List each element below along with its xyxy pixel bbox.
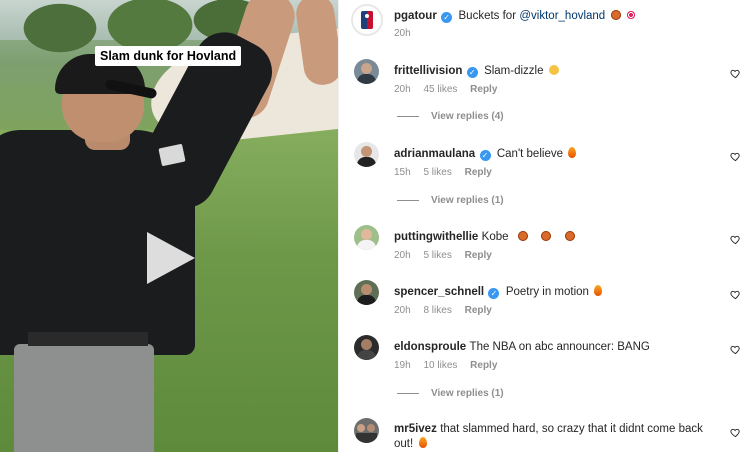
basketball-icon <box>517 231 528 241</box>
comment-time: 15h <box>394 167 411 178</box>
comment-meta: 15h 5 likes Reply <box>394 167 502 178</box>
video-caption-overlay: Slam dunk for Hovland <box>95 46 242 66</box>
fire-icon <box>594 285 603 296</box>
reply-button[interactable]: Reply <box>465 250 492 261</box>
comment-time: 20h <box>394 84 411 95</box>
heart-icon[interactable] <box>730 427 741 438</box>
basketball-icon <box>564 231 575 241</box>
view-replies-label: View replies (1) <box>431 195 504 206</box>
comment-username[interactable]: adrianmaulana <box>394 148 475 160</box>
pgatour-avatar[interactable] <box>351 4 383 36</box>
comment-likes[interactable]: 10 likes <box>423 360 457 371</box>
verified-badge-icon: ✓ <box>488 288 500 299</box>
comment-meta: 20h 45 likes Reply <box>394 84 507 95</box>
view-replies-button[interactable]: View replies (4) <box>397 111 504 122</box>
comment-username[interactable]: frittellivision <box>394 65 462 77</box>
bullseye-icon <box>625 10 636 20</box>
laughing-face-icon <box>548 65 559 75</box>
comment-likes[interactable]: 45 likes <box>423 84 457 95</box>
comment-time: 20h <box>394 305 411 316</box>
avatar[interactable] <box>354 335 379 360</box>
divider <box>397 392 419 394</box>
fire-icon <box>418 437 427 448</box>
instagram-post-view: Slam dunk for Hovland pgatour ✓ Buckets … <box>0 0 750 452</box>
view-replies-label: View replies (1) <box>431 388 504 399</box>
comment-username[interactable]: mr5ivez <box>394 423 437 435</box>
comment-time: 20h <box>394 250 411 261</box>
comment-text: Poetry in motion <box>505 286 589 298</box>
heart-icon[interactable] <box>730 289 741 300</box>
view-replies-button[interactable]: View replies (1) <box>397 195 504 206</box>
pga-tour-logo-icon <box>361 11 373 29</box>
comment-text: Can't believe <box>496 148 563 160</box>
avatar[interactable] <box>354 59 379 84</box>
basketball-icon <box>610 10 621 20</box>
post-time: 20h <box>394 28 411 39</box>
comment-time: 19h <box>394 360 411 371</box>
comment-likes[interactable]: 8 likes <box>423 305 451 316</box>
avatar[interactable] <box>354 280 379 305</box>
comment-username[interactable]: eldonsproule <box>394 341 466 353</box>
play-icon[interactable] <box>147 232 195 284</box>
comment-text: The NBA on abc announcer: BANG <box>469 341 650 353</box>
reply-button[interactable]: Reply <box>465 305 492 316</box>
post-username[interactable]: pgatour <box>394 10 437 22</box>
comment-meta: 20h 5 likes Reply <box>394 250 502 261</box>
verified-badge-icon: ✓ <box>441 12 453 23</box>
video-player[interactable]: Slam dunk for Hovland <box>0 0 338 452</box>
avatar[interactable] <box>354 225 379 250</box>
avatar[interactable] <box>354 142 379 167</box>
heart-icon[interactable] <box>730 68 741 79</box>
view-replies-button[interactable]: View replies (1) <box>397 388 504 399</box>
comment-likes[interactable]: 5 likes <box>423 250 451 261</box>
comment-text: that slammed hard, so crazy that it didn… <box>440 423 703 435</box>
comment-meta: 19h 10 likes Reply <box>394 360 507 371</box>
avatar[interactable] <box>354 418 379 443</box>
comment-text-continued: out! <box>394 438 414 450</box>
post-mention-link[interactable]: @viktor_hovland <box>519 10 605 22</box>
comments-panel: pgatour ✓ Buckets for @viktor_hovland 20… <box>338 0 750 452</box>
comment-text: Slam-dizzle <box>484 65 544 77</box>
comment-username[interactable]: puttingwithellie <box>394 231 478 243</box>
post-meta: 20h <box>394 28 421 39</box>
divider <box>397 199 419 201</box>
golfer-figure <box>0 0 338 452</box>
divider <box>397 115 419 117</box>
verified-badge-icon: ✓ <box>479 150 491 161</box>
heart-icon[interactable] <box>730 151 741 162</box>
heart-icon[interactable] <box>730 234 741 245</box>
view-replies-label: View replies (4) <box>431 111 504 122</box>
comment-meta: 20h 8 likes Reply <box>394 305 502 316</box>
comment-likes[interactable]: 5 likes <box>423 167 451 178</box>
fire-icon <box>568 147 577 158</box>
reply-button[interactable]: Reply <box>470 360 497 371</box>
verified-badge-icon: ✓ <box>466 67 478 78</box>
post-caption-prefix: Buckets for <box>458 10 517 22</box>
comment-text: Kobe <box>481 231 509 243</box>
reply-button[interactable]: Reply <box>465 167 492 178</box>
basketball-icon <box>541 231 552 241</box>
comment-username[interactable]: spencer_schnell <box>394 286 484 298</box>
heart-icon[interactable] <box>730 344 741 355</box>
reply-button[interactable]: Reply <box>470 84 497 95</box>
